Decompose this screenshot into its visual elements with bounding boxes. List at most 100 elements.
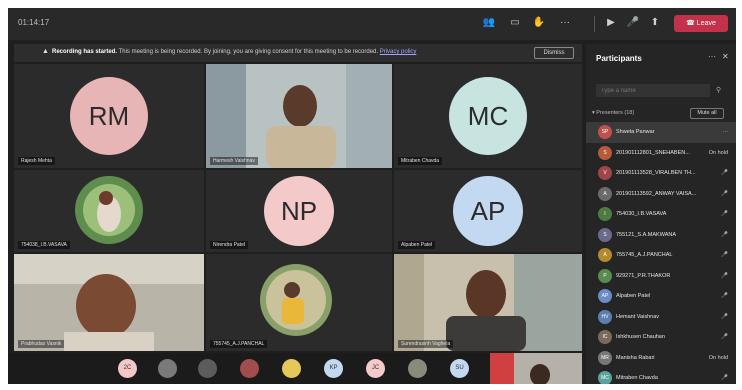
strip-avatar[interactable]	[408, 359, 427, 378]
participant-video	[14, 254, 204, 351]
mic-icon[interactable]: 🎤	[626, 16, 640, 30]
participant-name: 755121_S.A.MAKWANA	[616, 231, 677, 238]
tile-name-label: 755745_A.J.PANCHAL	[210, 340, 268, 348]
strip-avatar[interactable]	[158, 359, 177, 378]
tile-name-label: Prabhudas Vasnik	[18, 340, 65, 348]
participant-avatar: P	[598, 268, 612, 283]
video-tile[interactable]: NP Nirendra Patel	[206, 170, 392, 252]
mute-all-button[interactable]: Mute all	[690, 108, 724, 119]
self-view[interactable]	[490, 353, 582, 384]
video-tile[interactable]: Surendrasinh Vaghela	[394, 254, 582, 351]
video-tile[interactable]: RM Rajesh Mehta	[14, 64, 204, 168]
participant-avatar: AP	[598, 289, 612, 303]
dismiss-button[interactable]: Dismiss	[534, 47, 574, 59]
participant-row[interactable]: AP Alpaben Patel 🎤	[586, 286, 736, 307]
participant-name: 929271_P.R.THAKOR	[616, 272, 671, 279]
strip-avatar[interactable]	[198, 359, 217, 378]
video-tile[interactable]: Harmesh Vaishnav	[206, 64, 392, 168]
tile-name-label: Nirendra Patel	[210, 241, 248, 249]
recording-notice-bold: Recording has started.	[52, 49, 118, 55]
participants-panel: Participants ··· ✕ ⚲ ▾ Presenters (18) M…	[586, 44, 736, 384]
raise-hand-icon[interactable]: ✋	[532, 16, 546, 30]
close-icon[interactable]: ✕	[722, 52, 729, 61]
participant-photo	[206, 254, 392, 351]
tile-name-label: 754038_I.B.VASAVA	[18, 241, 70, 249]
participant-name: Manisha Rabari	[616, 354, 655, 361]
strip-avatar[interactable]: 2C	[118, 359, 137, 378]
mic-muted-icon: 🎤	[721, 375, 728, 381]
participant-row[interactable]: A 755745_A.J.PANCHAL 🎤	[586, 245, 736, 266]
strip-avatar[interactable]: KP	[324, 359, 343, 378]
mic-muted-icon: 🎤	[721, 190, 728, 197]
add-people-icon[interactable]: ⚲	[716, 86, 721, 94]
participant-status: On hold	[708, 149, 728, 156]
more-options-icon[interactable]: ···	[708, 52, 716, 61]
more-icon[interactable]: ···	[723, 129, 729, 135]
mic-muted-icon: 🎤	[721, 231, 728, 238]
participant-name: 201901113592_ANWAY VAISA...	[616, 190, 697, 197]
chat-icon[interactable]: ▭	[508, 16, 522, 30]
strip-avatar[interactable]: SU	[450, 359, 469, 378]
video-tile[interactable]: 754038_I.B.VASAVA	[14, 170, 204, 252]
participant-avatar: AP	[453, 176, 523, 246]
participant-avatar: HV	[598, 309, 612, 324]
presenters-header[interactable]: ▾ Presenters (18)	[592, 110, 634, 116]
participant-row[interactable]: HV Hemant Vaishnav 🎤	[586, 307, 736, 328]
camera-icon[interactable]: ▶	[604, 16, 618, 30]
participant-avatar: SP	[598, 125, 612, 139]
participant-name: 201901113528_VIRALBEN TH...	[616, 170, 696, 176]
participant-avatar: IC	[598, 330, 612, 344]
video-tile[interactable]: AP Alpaben Patel	[394, 170, 582, 252]
more-icon[interactable]: ···	[558, 16, 572, 30]
participant-video	[394, 254, 582, 351]
participant-row[interactable]: S 755121_S.A.MAKWANA 🎤	[586, 225, 736, 246]
participants-icon[interactable]: 👥	[482, 16, 496, 30]
participant-avatar: A	[598, 186, 612, 201]
participant-row[interactable]: S 201901112801_SNEHABEN... On hold	[586, 143, 736, 164]
tile-name-label: Alpaben Patel	[398, 241, 436, 249]
phone-icon: ☎	[686, 20, 695, 27]
privacy-policy-link[interactable]: Privacy policy	[380, 49, 417, 55]
warning-icon: ▲	[42, 48, 49, 55]
leave-button[interactable]: ☎ Leave	[674, 15, 728, 32]
participant-name: Alpaben Patel	[616, 293, 651, 299]
self-view-video	[490, 353, 582, 384]
mic-muted-icon: 🎤	[721, 293, 728, 299]
participant-row[interactable]: I 754030_I.B.VASAVA 🎤	[586, 204, 736, 225]
tile-name-label: Harmesh Vaishnav	[210, 157, 258, 165]
participant-avatar: MC	[598, 371, 612, 384]
mic-muted-icon: 🎤	[721, 170, 728, 176]
participant-list: SP Shweta Panwar ··· S 201901112801_SNEH…	[586, 122, 736, 384]
participant-row[interactable]: MC Mitraben Chavda 🎤	[586, 368, 736, 384]
participant-avatar: RM	[70, 77, 148, 155]
participant-name: Ishkhusen Chauhan	[616, 334, 665, 340]
participant-avatar: MR	[598, 350, 612, 365]
participant-name: Mitraben Chavda	[616, 375, 658, 381]
participant-avatar: I	[598, 207, 612, 221]
teams-meeting-window: 01:14:17 👥 ▭ ✋ ··· ▶ 🎤 ⬆ ☎ Leave ▲ Recor…	[8, 8, 736, 384]
participant-name: Hemant Vaishnav	[616, 313, 660, 320]
participant-row[interactable]: V 201901113528_VIRALBEN TH... 🎤	[586, 163, 736, 184]
meeting-toolbar: 01:14:17 👥 ▭ ✋ ··· ▶ 🎤 ⬆ ☎ Leave	[8, 8, 736, 40]
participant-row[interactable]: SP Shweta Panwar ···	[586, 122, 736, 143]
participant-row[interactable]: A 201901113592_ANWAY VAISA... 🎤	[586, 184, 736, 205]
participant-avatar: MC	[449, 77, 527, 155]
participant-video	[206, 64, 392, 168]
participant-search-input[interactable]	[596, 84, 710, 97]
strip-avatar[interactable]	[240, 359, 259, 378]
participant-photo	[14, 170, 204, 252]
video-tile[interactable]: MC Mitraben Chavda	[394, 64, 582, 168]
participant-row[interactable]: P 929271_P.R.THAKOR 🎤	[586, 266, 736, 287]
strip-avatar[interactable]: JC	[366, 359, 385, 378]
mic-muted-icon: 🎤	[721, 252, 728, 258]
recording-notice: Recording has started. This meeting is b…	[52, 49, 416, 55]
participant-row[interactable]: IC Ishkhusen Chauhan 🎤	[586, 327, 736, 348]
share-icon[interactable]: ⬆	[648, 16, 662, 30]
participant-status: On hold	[708, 354, 728, 361]
participant-row[interactable]: MR Manisha Rabari On hold	[586, 348, 736, 369]
toolbar-divider	[594, 16, 595, 32]
strip-avatar[interactable]	[282, 359, 301, 378]
video-tile[interactable]: Prabhudas Vasnik	[14, 254, 204, 351]
recording-notice-text: This meeting is being recorded. By joini…	[117, 49, 380, 55]
video-tile[interactable]: 755745_A.J.PANCHAL	[206, 254, 392, 351]
